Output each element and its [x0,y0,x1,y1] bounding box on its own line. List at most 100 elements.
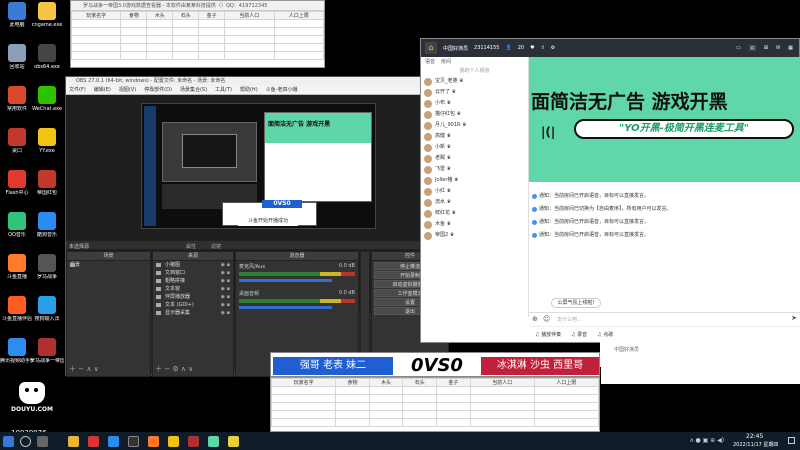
member-item[interactable]: 流水 ♛ [421,197,528,208]
taskview-icon[interactable] [37,436,48,447]
visibility-icon[interactable]: ◉ ▪ [221,285,230,293]
desktop-icon[interactable]: 罗马战争一帝国3.0 [30,338,64,364]
member-item[interactable]: 小红 ♛ [421,186,528,197]
desktop-icon[interactable]: 腾讯视频助手5.0 [0,338,34,364]
desktop-icon[interactable]: cngame.exe [30,2,64,28]
clock-date[interactable]: 2022/11/17 星期四 [733,441,778,448]
desktop-icon[interactable]: 酷狗音乐 [30,212,64,238]
room-home-icon[interactable]: ⌂ [748,45,756,51]
explorer-icon[interactable] [68,436,79,447]
voice-room-window[interactable]: ⌂ 中国好演员 23114155 👤 20 ♥ ⇪ ⚙ ▭ ⌂ ⊞ ✉ ▦ 语音… [420,38,800,384]
source-controls: ＋ − ⚙ ∧ ∨ [155,365,194,373]
yy-taskbar-icon[interactable] [168,436,179,447]
desktop-icon[interactable]: 斗鱼直播 [0,254,34,280]
member-item[interactable]: 帝国2 ♛ [421,230,528,241]
member-item[interactable]: 云开了 ♛ [421,87,528,98]
obs-menubar: 文件(F) 编辑(E) 视图(V) 停靠部件(D) 场景集合(S) 工具(T) 帮助(H) 斗… [66,86,447,95]
desktop-icon[interactable]: 帝国红包 [30,170,64,196]
visibility-icon[interactable]: ◉ ▪ [221,309,230,317]
edge-icon[interactable] [108,436,119,447]
member-item[interactable]: 宝贝_老婆 ♛ [421,76,528,87]
menu-item[interactable]: 视图(V) [119,86,136,94]
gamepad-input-icon[interactable]: ⊕ [532,315,538,323]
search-icon[interactable] [20,436,31,447]
member-item[interactable]: 小新 ♛ [421,142,528,153]
volume-slider[interactable] [239,306,332,309]
room-tab-label[interactable]: 房间 [441,57,451,67]
desktop-icon[interactable]: YY.exe [30,128,64,154]
chat-input[interactable]: 发什么吧... [557,316,582,323]
settings-icon[interactable]: ⚙ [551,45,555,51]
menu-item[interactable]: 停靠部件(D) [144,86,172,94]
obs-taskbar-icon[interactable] [128,436,139,447]
member-item[interactable]: 月儿_901R ♛ [421,120,528,131]
desktop-icon[interactable]: obs64.exe [30,44,64,70]
camera-icon[interactable]: ▭ [736,45,741,51]
source-item[interactable]: 粗略拼接 ◉ ▪ [153,277,233,285]
visibility-icon[interactable]: ◉ ▪ [221,269,230,277]
member-item[interactable]: 小布 ♛ [421,98,528,109]
desktop-icon[interactable]: 斗鱼直播伴侣 [0,296,34,322]
volume-slider[interactable] [239,279,332,282]
app-red-icon[interactable] [88,436,99,447]
menu-item[interactable]: 编辑(E) [94,86,111,94]
clock-time[interactable]: 22:45 [746,433,763,440]
right-room-name[interactable]: 中国好演员 [614,347,639,353]
chat-icon[interactable]: ✉ [776,45,780,51]
game-taskbar-icon[interactable] [188,436,199,447]
member-item[interactable]: 猫仔红包 ♛ [421,109,528,120]
desktop-icon[interactable]: 桌口 [0,128,34,154]
source-item[interactable]: 文本窗 ◉ ▪ [153,285,233,293]
menu-item[interactable]: 斗鱼-老四小蛾 [266,86,298,94]
home-icon[interactable]: ⌂ [425,42,437,54]
source-item[interactable]: 显示器采集 ◉ ▪ [153,309,233,317]
menu-item[interactable]: 场景集合(S) [180,86,207,94]
menu-item[interactable]: 工具(T) [215,86,232,94]
start-icon[interactable] [3,436,14,447]
filters-button[interactable]: 滤镜 [211,243,221,250]
room-tool-button[interactable]: ♫ 录音 [571,331,587,338]
notification-icon[interactable] [788,437,795,444]
member-item[interactable]: 鲜红花 ♛ [421,208,528,219]
desktop-icon[interactable]: 罗马战争 [30,254,64,280]
room-tool-button[interactable]: ♫ 播放伴奏 [535,331,561,338]
douyu-taskbar-icon[interactable] [148,436,159,447]
source-item[interactable]: 文档窗口 ◉ ▪ [153,269,233,277]
desktop-icon-label: 酷狗音乐 [36,232,57,238]
desktop-icon[interactable]: 回收站 [0,44,34,70]
member-item[interactable]: Joller猪 ♛ [421,175,528,186]
desktop-icon[interactable]: WeChat.exe [30,86,64,112]
data-viewer-window-bottom: 玩家名字 食物 木头 石头 金子 当前人口 人口上限 [270,377,600,432]
visibility-icon[interactable]: ◉ ▪ [221,293,230,301]
menu-item[interactable]: 帮助(H) [240,86,258,94]
source-item[interactable]: 文本 (GDI+) ◉ ▪ [153,301,233,309]
member-item[interactable]: 高健 ♛ [421,131,528,142]
desktop-icon[interactable]: 常用软件 [0,86,34,112]
menu-item[interactable]: 文件(F) [69,86,86,94]
gamepad-icon[interactable]: ⊞ [764,45,768,51]
properties-button[interactable]: 属性 [186,243,196,250]
member-item[interactable]: 木鱼 ♛ [421,219,528,230]
sheet-taskbar-icon[interactable] [228,436,239,447]
visibility-icon[interactable]: ◉ ▪ [221,261,230,269]
obs-window[interactable]: OBS 27.0.1 (64-bit, windows) - 配置文件: 未命名… [65,76,449,377]
desktop-icon[interactable]: Flash中心 [0,170,34,196]
voice-tab-label[interactable]: 语音 [425,57,435,67]
desktop-icon[interactable]: 此电脑 [0,2,34,28]
member-item[interactable]: 飞雷 ♛ [421,164,528,175]
desktop-icon[interactable]: QQ音乐 [0,212,34,238]
share-icon[interactable]: ⇪ [541,45,545,51]
scene-item[interactable]: 场景 [67,261,150,269]
desktop-icon[interactable]: 搜狗输入法 [30,296,64,322]
source-item[interactable]: 小猪图 ◉ ▪ [153,261,233,269]
source-item[interactable]: 伴屏播放器 ◉ ▪ [153,293,233,301]
more-icon[interactable]: ▦ [788,45,793,51]
member-item[interactable]: 老贼 ♛ [421,153,528,164]
yo-taskbar-icon[interactable] [208,436,219,447]
room-tool-button[interactable]: ♫ 点歌 [597,331,613,338]
heart-icon[interactable]: ♥ [530,45,534,51]
send-icon[interactable]: ➤ [791,314,797,322]
visibility-icon[interactable]: ◉ ▪ [221,277,230,285]
emoji-icon[interactable]: ☺ [543,315,550,323]
visibility-icon[interactable]: ◉ ▪ [221,301,230,309]
